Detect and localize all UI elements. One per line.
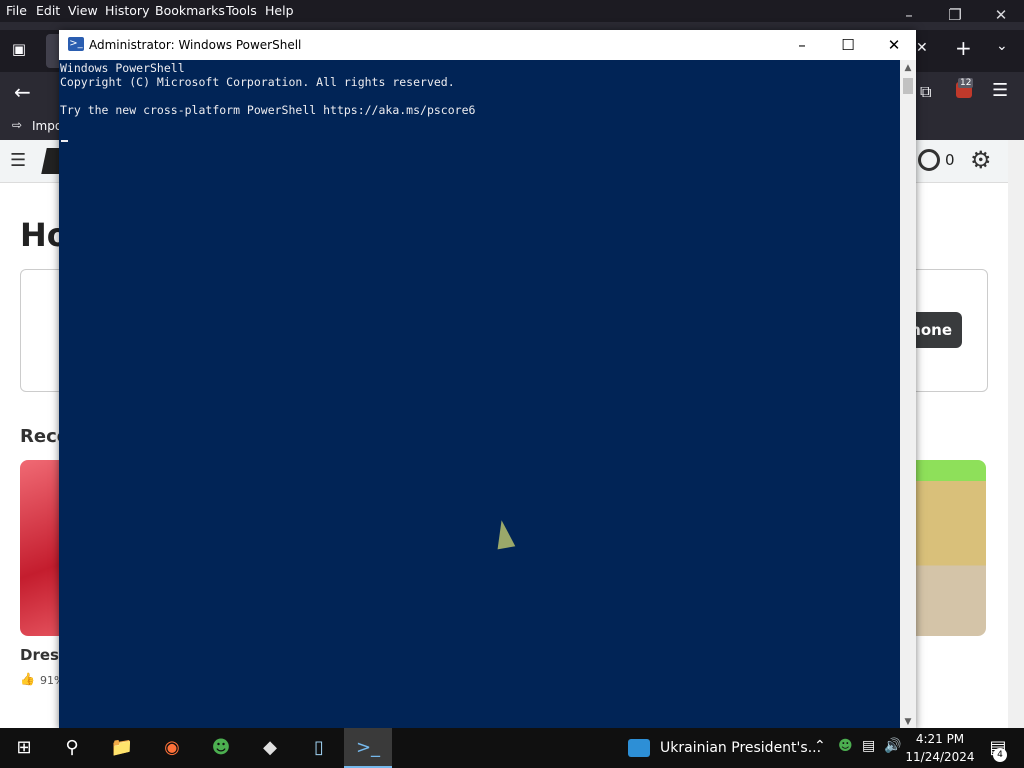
powershell-icon: >_ (68, 37, 84, 51)
volume-icon[interactable]: 🔊 (884, 738, 901, 754)
tray-people-icon[interactable]: ☻ (838, 738, 853, 754)
robux-count: 0 (945, 151, 955, 169)
firefox-menubar: File Edit View History Bookmarks Tools H… (0, 0, 1024, 22)
console-line: Try the new cross-platform PowerShell ht… (60, 103, 476, 117)
news-icon[interactable] (628, 739, 650, 757)
thumbs-up-icon: 👍 (20, 672, 35, 686)
window-title: Administrator: Windows PowerShell (89, 38, 302, 52)
menu-history[interactable]: History (105, 3, 149, 18)
tray-chevron-icon[interactable]: ⌃ (814, 738, 826, 754)
menu-view[interactable]: View (68, 3, 98, 18)
roblox-icon[interactable]: ◆ (246, 728, 294, 768)
tab-close-icon[interactable]: ✕ (916, 40, 928, 56)
powershell-taskbar-icon[interactable]: >_ (344, 728, 392, 768)
maximize-icon[interactable]: ☐ (825, 30, 871, 60)
robux-icon[interactable] (918, 149, 940, 171)
firefox-icon[interactable]: ◉ (148, 728, 196, 768)
file-explorer-icon[interactable]: 📁 (98, 728, 146, 768)
firefox-close-icon[interactable]: ✕ (978, 0, 1024, 30)
extensions-icon[interactable]: ⧉ (920, 82, 931, 102)
taskbar: ⊞ ⚲ 📁 ◉ ☻ ◆ ▯ >_ Ukrainian President's..… (0, 728, 1024, 768)
start-icon[interactable]: ⊞ (0, 728, 48, 768)
menu-file[interactable]: File (6, 3, 27, 18)
minimize-icon[interactable]: – (779, 30, 825, 60)
clock-date: 11/24/2024 (905, 750, 975, 764)
menu-help[interactable]: Help (265, 3, 294, 18)
search-icon[interactable]: ⚲ (48, 728, 96, 768)
import-icon: ⇨ (12, 118, 23, 132)
notepad-icon[interactable]: ▯ (295, 728, 343, 768)
active-tab[interactable] (46, 34, 60, 68)
text-cursor (61, 140, 68, 142)
menu-bookmarks[interactable]: Bookmarks (155, 3, 225, 18)
menu-tools[interactable]: Tools (226, 3, 257, 18)
notification-badge: 4 (993, 748, 1007, 762)
powershell-titlebar[interactable]: >_ Administrator: Windows PowerShell – ☐… (59, 30, 916, 60)
scroll-up-icon[interactable]: ▲ (900, 60, 916, 76)
close-icon[interactable]: ✕ (871, 30, 917, 60)
new-tab-icon[interactable]: + (955, 36, 972, 60)
scroll-thumb[interactable] (903, 78, 913, 94)
network-icon[interactable]: ▤ (862, 738, 875, 754)
menu-edit[interactable]: Edit (36, 3, 60, 18)
clock[interactable]: 4:21 PM 11/24/2024 (904, 730, 976, 766)
tab-overflow-chevron-icon[interactable]: ⌄ (996, 38, 1008, 54)
mouse-pointer-icon (492, 518, 516, 550)
roblox-menu-icon[interactable]: ☰ (10, 150, 26, 171)
tab-list-icon[interactable]: ▣ (8, 40, 30, 62)
console-output[interactable]: Windows PowerShell Copyright (C) Microso… (60, 60, 900, 730)
hamburger-menu-icon[interactable]: ☰ (992, 80, 1008, 101)
settings-gear-icon[interactable]: ⚙ (970, 146, 992, 174)
back-icon[interactable]: ← (14, 80, 31, 104)
bookmark-import[interactable]: Impo (32, 119, 62, 133)
firefox-restore-icon[interactable]: ❐ (932, 0, 978, 30)
console-line: Windows PowerShell (60, 61, 185, 75)
powershell-window: >_ Administrator: Windows PowerShell – ☐… (59, 30, 916, 730)
firefox-minimize-icon[interactable]: – (886, 0, 932, 30)
firefox-scrollbar[interactable] (1008, 140, 1024, 728)
people-icon[interactable]: ☻ (197, 728, 245, 768)
clock-time: 4:21 PM (915, 732, 965, 746)
extension-badge: 12 (958, 78, 974, 88)
console-scrollbar[interactable]: ▲ ▼ (900, 60, 916, 730)
console-line: Copyright (C) Microsoft Corporation. All… (60, 75, 455, 89)
news-widget-text[interactable]: Ukrainian President's... (660, 728, 821, 768)
